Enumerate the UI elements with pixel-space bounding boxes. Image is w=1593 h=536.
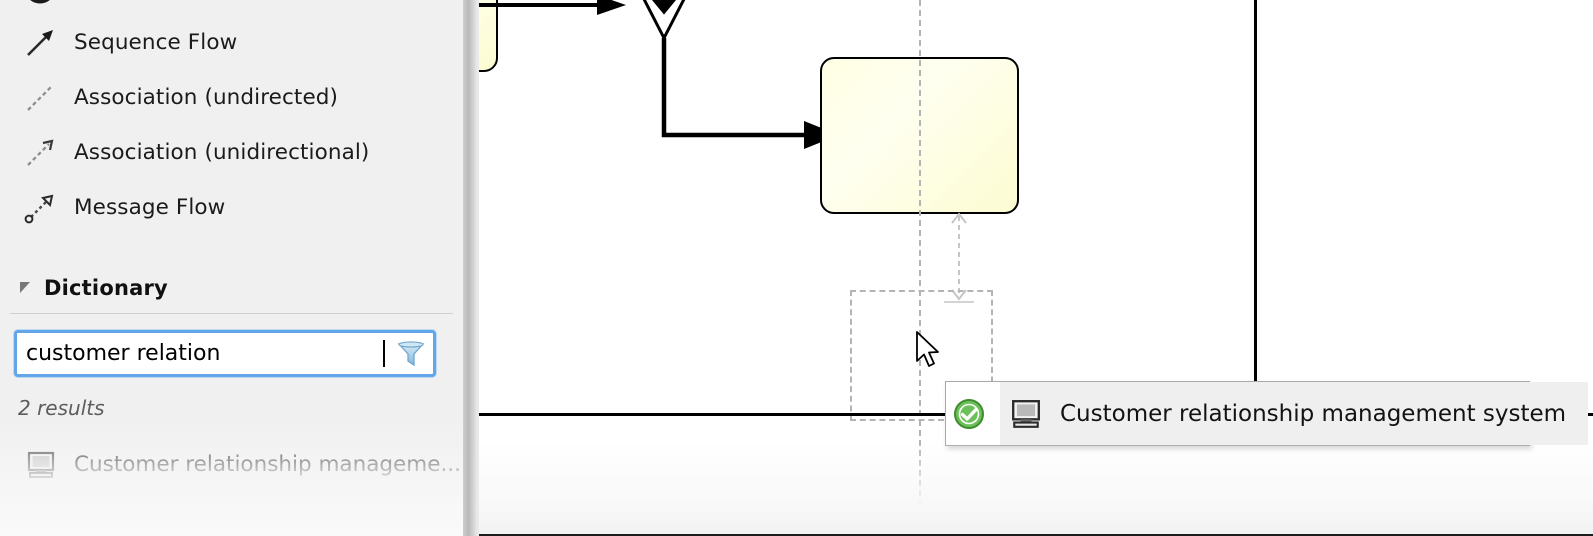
palette-item-list: End Event Sequence Flow Association bbox=[0, 0, 463, 235]
sidebar-vertical-scrollbar[interactable] bbox=[463, 0, 478, 536]
funnel-filter-icon[interactable] bbox=[389, 333, 433, 374]
dictionary-result-label: Customer relationship manageme... bbox=[74, 452, 461, 477]
canvas-bottom-fade bbox=[479, 441, 1593, 536]
green-check-icon bbox=[946, 397, 992, 431]
gateway-and-connectors bbox=[479, 0, 839, 149]
dictionary-search-box[interactable] bbox=[14, 330, 436, 377]
results-count-label: 2 results bbox=[18, 396, 105, 420]
dictionary-results-list: Customer relationship manageme... Human … bbox=[0, 438, 463, 536]
dictionary-title: Dictionary bbox=[44, 276, 168, 300]
palette-item-message-flow[interactable]: Message Flow bbox=[0, 180, 463, 235]
bpmn-editor-window: End Event Sequence Flow Association bbox=[0, 0, 1593, 536]
drag-drop-tooltip: Customer relationship management system bbox=[945, 381, 1589, 446]
task-shape-partial[interactable] bbox=[479, 0, 498, 72]
computer-system-icon bbox=[22, 448, 60, 482]
palette-item-sequence-flow[interactable]: Sequence Flow bbox=[0, 15, 463, 70]
dictionary-result-label: Human Resources Department bbox=[74, 505, 406, 530]
palette-item-label: Message Flow bbox=[74, 195, 226, 220]
lane-divider-vertical bbox=[1254, 0, 1257, 414]
dictionary-result-item[interactable]: Customer relationship manageme... bbox=[0, 438, 463, 491]
computer-system-icon bbox=[1000, 399, 1052, 429]
sequence-flow-icon bbox=[18, 23, 62, 63]
dictionary-section-header[interactable]: Dictionary bbox=[0, 270, 463, 306]
left-palette-sidebar: End Event Sequence Flow Association bbox=[0, 0, 463, 536]
palette-item-label: Association (unidirectional) bbox=[74, 140, 370, 165]
palette-item-end-event[interactable]: End Event bbox=[0, 0, 463, 15]
drag-tooltip-content: Customer relationship management system bbox=[1000, 382, 1589, 445]
association-undirected-icon bbox=[18, 78, 62, 118]
alignment-guide-vertical bbox=[919, 0, 921, 536]
palette-item-label: Association (undirected) bbox=[74, 85, 339, 110]
palette-item-association-undirected[interactable]: Association (undirected) bbox=[0, 70, 463, 125]
palette-item-association-unidirectional[interactable]: Association (unidirectional) bbox=[0, 125, 463, 180]
dictionary-result-item[interactable]: Human Resources Department bbox=[0, 491, 463, 536]
text-caret bbox=[383, 340, 385, 367]
diagram-canvas[interactable]: Customer relationship management system bbox=[479, 0, 1593, 536]
dictionary-divider bbox=[10, 313, 453, 314]
association-unidirectional-icon bbox=[18, 133, 62, 173]
dictionary-search-input[interactable] bbox=[17, 333, 388, 374]
message-flow-icon bbox=[18, 188, 62, 228]
triangle-expanded-icon[interactable] bbox=[14, 277, 36, 299]
drag-tooltip-label: Customer relationship management system bbox=[1060, 400, 1567, 427]
pool-rectangle-icon bbox=[22, 501, 60, 535]
end-event-icon bbox=[18, 0, 62, 8]
palette-item-label: Sequence Flow bbox=[74, 30, 238, 55]
